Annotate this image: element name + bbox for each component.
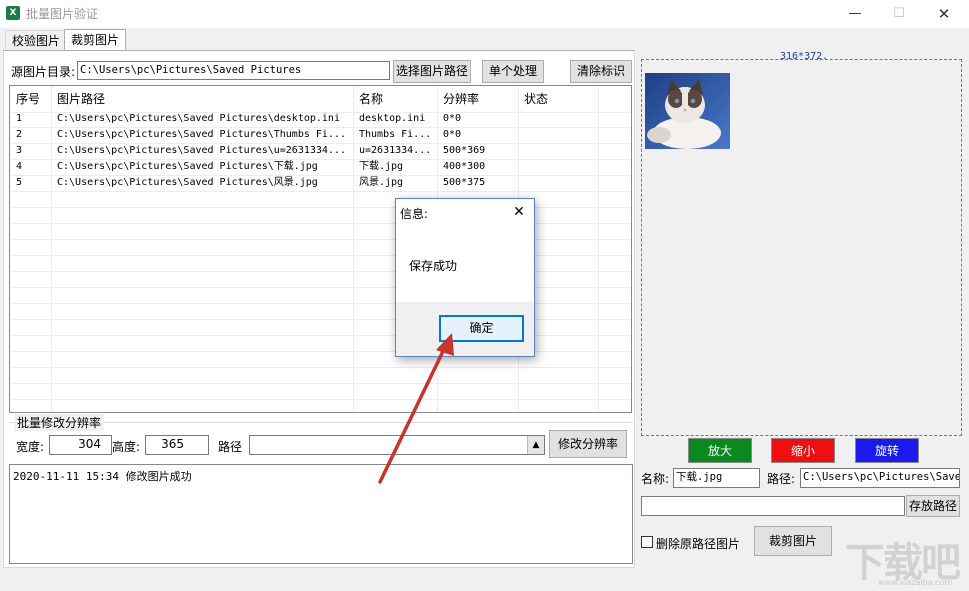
source-dir-label: 源图片目录:	[11, 65, 76, 79]
tab-crop-images[interactable]: 裁剪图片	[64, 29, 127, 51]
log-area[interactable]: 2020-11-11 15:34 修改图片成功	[9, 464, 633, 564]
output-name-label: 名称:	[641, 472, 670, 486]
grid-header-resolution[interactable]: 分辨率	[438, 86, 479, 112]
cell-index[interactable]: 4	[11, 159, 51, 175]
zoom-in-button[interactable]: 放大	[688, 438, 752, 463]
cell-name[interactable]: u=2631334...	[354, 143, 437, 159]
batch-path-combobox[interactable]	[249, 435, 545, 455]
minimize-button[interactable]: —	[835, 2, 875, 26]
cell-resolution[interactable]: 0*0	[438, 111, 518, 127]
log-text: 2020-11-11 15:34 修改图片成功	[13, 470, 192, 483]
width-label: 宽度:	[16, 440, 45, 454]
crop-image-button[interactable]: 裁剪图片	[754, 526, 832, 556]
image-grid[interactable]: 序号 图片路径 名称 分辨率 状态 1 C:\Users\pc\Pictures…	[9, 85, 632, 413]
cell-path[interactable]: C:\Users\pc\Pictures\Saved Pictures\Thum…	[52, 127, 352, 143]
grid-row-line	[10, 271, 631, 272]
path-label: 路径	[218, 440, 243, 454]
cell-resolution[interactable]: 500*369	[438, 143, 518, 159]
cell-status[interactable]	[519, 159, 598, 175]
cat-image-thumbnail	[645, 73, 730, 149]
cell-name[interactable]: 下载.jpg	[354, 159, 437, 175]
dropdown-arrow-icon[interactable]: ▲	[527, 436, 544, 454]
output-name-input[interactable]: 下载.jpg	[673, 468, 760, 488]
grid-row-line	[10, 191, 631, 192]
batch-resolution-title: 批量修改分辨率	[14, 414, 105, 431]
dialog-ok-button[interactable]: 确定	[439, 315, 524, 342]
grid-column-divider	[598, 86, 599, 412]
single-process-button[interactable]: 单个处理	[482, 60, 544, 83]
cell-status[interactable]	[519, 111, 598, 127]
cell-index[interactable]: 1	[11, 111, 51, 127]
grid-row-line	[10, 383, 631, 384]
window-title: 批量图片验证	[26, 7, 99, 21]
grid-header-status[interactable]: 状态	[519, 86, 548, 112]
cell-index[interactable]: 3	[11, 143, 51, 159]
cell-status[interactable]	[519, 175, 598, 191]
modify-resolution-button[interactable]: 修改分辨率	[549, 430, 627, 458]
cell-path[interactable]: C:\Users\pc\Pictures\Saved Pictures\风景.j…	[52, 175, 352, 191]
save-path-button[interactable]: 存放路径	[906, 495, 960, 517]
zoom-out-button[interactable]: 缩小	[771, 438, 835, 463]
cell-name[interactable]: desktop.ini	[354, 111, 437, 127]
clear-marks-button[interactable]: 清除标识	[570, 60, 632, 83]
grid-header-index[interactable]: 序号	[11, 86, 40, 112]
width-input[interactable]: 304	[49, 435, 112, 455]
output-path-input[interactable]: C:\Users\pc\Pictures\Saved	[800, 468, 960, 488]
cell-name[interactable]: 风景.jpg	[354, 175, 437, 191]
grid-header-name[interactable]: 名称	[354, 86, 383, 112]
cell-status[interactable]	[519, 127, 598, 143]
cell-index[interactable]: 2	[11, 127, 51, 143]
grid-row-line	[10, 351, 631, 352]
cell-status[interactable]	[519, 143, 598, 159]
tab-verify-images[interactable]: 校验图片	[5, 30, 68, 50]
grid-row-line	[10, 367, 631, 368]
rotate-button[interactable]: 旋转	[855, 438, 919, 463]
grid-row-line	[10, 255, 631, 256]
grid-row-line	[10, 239, 631, 240]
dialog-close-icon[interactable]: ✕	[507, 201, 531, 223]
delete-original-label[interactable]: 删除原路径图片	[656, 535, 740, 552]
title-bar	[0, 0, 969, 28]
close-button[interactable]: ✕	[924, 2, 964, 26]
cell-resolution[interactable]: 0*0	[438, 127, 518, 143]
dialog-message: 保存成功	[409, 259, 458, 273]
output-path-label: 路径:	[767, 472, 796, 486]
grid-row-line	[10, 207, 631, 208]
grid-header-path[interactable]: 图片路径	[52, 86, 105, 112]
maximize-button[interactable]: ☐	[879, 2, 919, 26]
dialog-title: 信息:	[400, 207, 429, 221]
delete-original-checkbox[interactable]	[641, 536, 653, 548]
cell-path[interactable]: C:\Users\pc\Pictures\Saved Pictures\下载.j…	[52, 159, 352, 175]
app-icon: X	[6, 6, 20, 20]
grid-row-line	[10, 319, 631, 320]
cat-image	[645, 73, 730, 149]
save-path-input[interactable]	[641, 496, 905, 516]
grid-row-line	[10, 287, 631, 288]
cell-resolution[interactable]: 500*375	[438, 175, 518, 191]
cell-path[interactable]: C:\Users\pc\Pictures\Saved Pictures\desk…	[52, 111, 352, 127]
cell-index[interactable]: 5	[11, 175, 51, 191]
cell-resolution[interactable]: 400*300	[438, 159, 518, 175]
cell-name[interactable]: Thumbs Fi...	[354, 127, 437, 143]
watermark-url: www.xiazaiba.com	[878, 578, 953, 587]
grid-row-line	[10, 399, 631, 400]
select-path-button[interactable]: 选择图片路径	[393, 60, 471, 83]
grid-row-line	[10, 303, 631, 304]
cell-path[interactable]: C:\Users\pc\Pictures\Saved Pictures\u=26…	[52, 143, 352, 159]
grid-row-line	[10, 223, 631, 224]
height-label: 高度:	[112, 440, 141, 454]
height-input[interactable]: 365	[145, 435, 209, 455]
source-dir-input[interactable]: C:\Users\pc\Pictures\Saved Pictures	[77, 61, 390, 80]
grid-row-line	[10, 335, 631, 336]
